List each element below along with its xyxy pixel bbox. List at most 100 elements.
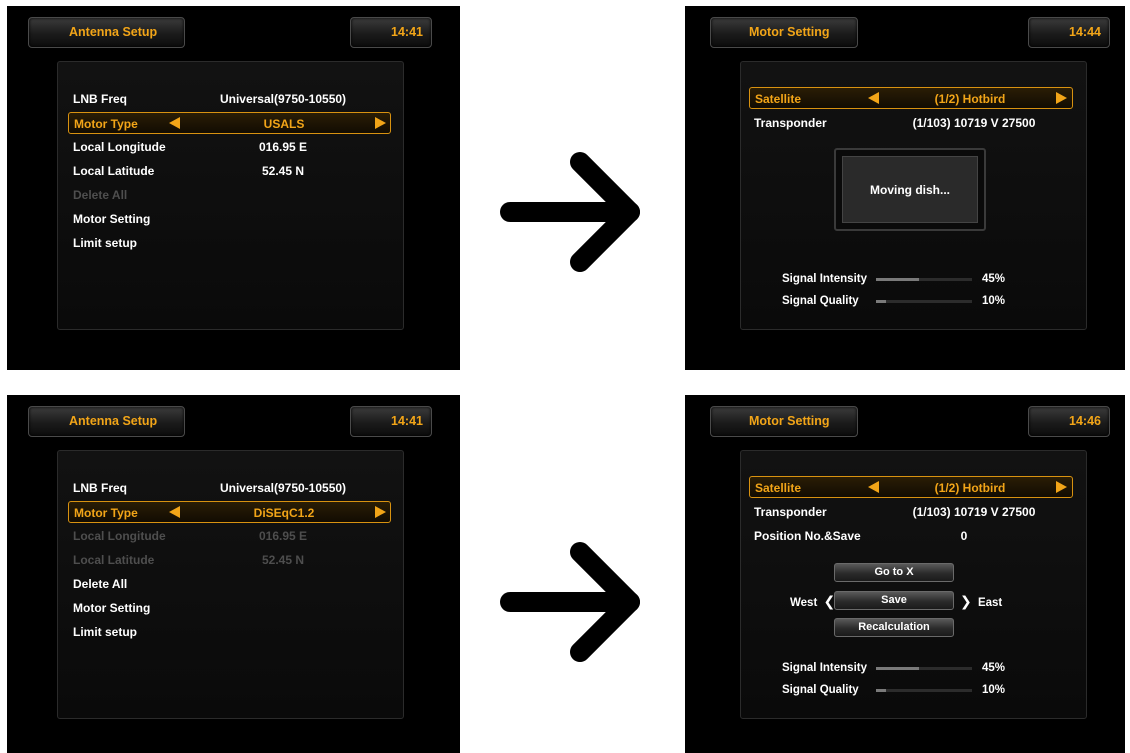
title-bar: Antenna Setup <box>28 406 185 437</box>
screen-title: Antenna Setup <box>69 25 158 39</box>
row-label: Delete All <box>73 577 128 591</box>
menu-row-motor-setting[interactable]: Motor Setting <box>73 208 398 230</box>
save-button[interactable]: Save <box>834 591 954 610</box>
position-label: Position No.&Save <box>754 529 861 543</box>
row-label: Local Latitude <box>73 553 155 567</box>
menu-row-delete-all: Delete All <box>73 184 398 206</box>
row-value: 016.95 E <box>258 140 308 154</box>
transponder-label: Transponder <box>754 116 827 130</box>
row-value: 52.45 N <box>261 164 305 178</box>
row-label: Local Longitude <box>73 140 166 154</box>
right-triangle-icon[interactable] <box>375 506 386 518</box>
left-triangle-icon[interactable] <box>169 117 180 129</box>
row-label: Motor Type <box>74 506 138 520</box>
row-label: Limit setup <box>73 236 138 250</box>
time-text: 14:44 <box>1069 25 1101 39</box>
screen-title: Antenna Setup <box>69 414 158 428</box>
menu-row-lnb-freq[interactable]: LNB Freq Universal(9750-10550) <box>73 88 398 110</box>
row-label: Motor Setting <box>73 601 151 615</box>
right-arrow-icon <box>500 542 640 662</box>
time-text: 14:46 <box>1069 414 1101 428</box>
signal-intensity-value: 45% <box>982 273 1006 285</box>
transponder-value: (1/103) 10719 V 27500 <box>912 116 1036 130</box>
satellite-selector[interactable]: Satellite (1/2) Hotbird <box>749 87 1073 109</box>
menu-row-local-longitude: Local Longitude 016.95 E <box>73 525 398 547</box>
signal-intensity-bar <box>876 667 972 670</box>
menu-row-motor-type[interactable]: Motor Type USALS <box>68 112 391 134</box>
position-value: 0 <box>960 529 968 543</box>
row-label: Motor Type <box>74 117 138 131</box>
position-row[interactable]: Position No.&Save 0 <box>754 525 1074 547</box>
satellite-value: (1/2) Hotbird <box>934 481 1006 495</box>
dialog-body: Moving dish... <box>842 156 978 223</box>
signal-intensity-bar <box>876 278 972 281</box>
row-value: Universal(9750-10550) <box>219 92 347 106</box>
row-value: DiSEqC1.2 <box>253 506 315 520</box>
title-bar: Motor Setting <box>710 406 858 437</box>
title-bar: Antenna Setup <box>28 17 185 48</box>
signal-quality-label: Signal Quality <box>782 295 859 307</box>
satellite-label: Satellite <box>755 481 802 495</box>
clock: 14:41 <box>350 17 432 48</box>
menu-row-motor-setting[interactable]: Motor Setting <box>73 597 398 619</box>
screen-antenna-setup-diseqc: Antenna Setup 14:41 LNB Freq Universal(9… <box>7 395 460 753</box>
signal-intensity-fill <box>876 278 920 281</box>
row-label: LNB Freq <box>73 92 127 106</box>
signal-quality-label: Signal Quality <box>782 684 859 696</box>
time-text: 14:41 <box>391 414 423 428</box>
menu-row-local-latitude[interactable]: Local Latitude 52.45 N <box>73 160 398 182</box>
screen-title: Motor Setting <box>749 25 830 39</box>
satellite-selector[interactable]: Satellite (1/2) Hotbird <box>749 476 1073 498</box>
row-label: Local Latitude <box>73 164 155 178</box>
menu-row-limit-setup[interactable]: Limit setup <box>73 621 398 643</box>
satellite-value: (1/2) Hotbird <box>934 92 1006 106</box>
menu-row-local-latitude: Local Latitude 52.45 N <box>73 549 398 571</box>
moving-dish-dialog: Moving dish... <box>834 148 986 231</box>
right-triangle-icon[interactable] <box>375 117 386 129</box>
east-label: ❯ East <box>960 593 1002 611</box>
west-text: West <box>790 597 818 609</box>
row-label: LNB Freq <box>73 481 127 495</box>
signal-quality-bar <box>876 300 972 303</box>
row-value: 016.95 E <box>258 529 308 543</box>
signal-quality-fill <box>876 689 886 692</box>
left-triangle-icon[interactable] <box>868 92 879 104</box>
clock: 14:46 <box>1028 406 1110 437</box>
menu-row-motor-type[interactable]: Motor Type DiSEqC1.2 <box>68 501 391 523</box>
clock: 14:44 <box>1028 17 1110 48</box>
title-bar: Motor Setting <box>710 17 858 48</box>
screen-title: Motor Setting <box>749 414 830 428</box>
time-text: 14:41 <box>391 25 423 39</box>
go-to-x-button[interactable]: Go to X <box>834 563 954 582</box>
signal-quality-value: 10% <box>982 684 1006 696</box>
screen-antenna-setup-usals: Antenna Setup 14:41 LNB Freq Universal(9… <box>7 6 460 370</box>
row-label: Local Longitude <box>73 529 166 543</box>
satellite-label: Satellite <box>755 92 802 106</box>
signal-quality-value: 10% <box>982 295 1006 307</box>
transponder-label: Transponder <box>754 505 827 519</box>
transponder-row[interactable]: Transponder (1/103) 10719 V 27500 <box>754 112 1074 134</box>
row-label: Limit setup <box>73 625 138 639</box>
right-chevron-icon[interactable]: ❯ <box>960 593 972 609</box>
row-value: Universal(9750-10550) <box>219 481 347 495</box>
right-triangle-icon[interactable] <box>1056 481 1067 493</box>
menu-row-local-longitude[interactable]: Local Longitude 016.95 E <box>73 136 398 158</box>
left-triangle-icon[interactable] <box>868 481 879 493</box>
transponder-row[interactable]: Transponder (1/103) 10719 V 27500 <box>754 501 1074 523</box>
right-arrow-icon <box>500 152 640 272</box>
menu-row-delete-all[interactable]: Delete All <box>73 573 398 595</box>
west-label: West ❮ <box>790 593 835 611</box>
row-value: 52.45 N <box>261 553 305 567</box>
left-triangle-icon[interactable] <box>169 506 180 518</box>
right-triangle-icon[interactable] <box>1056 92 1067 104</box>
signal-intensity-label: Signal Intensity <box>782 662 867 674</box>
row-label: Motor Setting <box>73 212 151 226</box>
menu-row-limit-setup[interactable]: Limit setup <box>73 232 398 254</box>
menu-row-lnb-freq[interactable]: LNB Freq Universal(9750-10550) <box>73 477 398 499</box>
signal-intensity-value: 45% <box>982 662 1006 674</box>
signal-quality-bar <box>876 689 972 692</box>
transponder-value: (1/103) 10719 V 27500 <box>912 505 1036 519</box>
clock: 14:41 <box>350 406 432 437</box>
recalculation-button[interactable]: Recalculation <box>834 618 954 637</box>
row-value: USALS <box>263 117 305 131</box>
